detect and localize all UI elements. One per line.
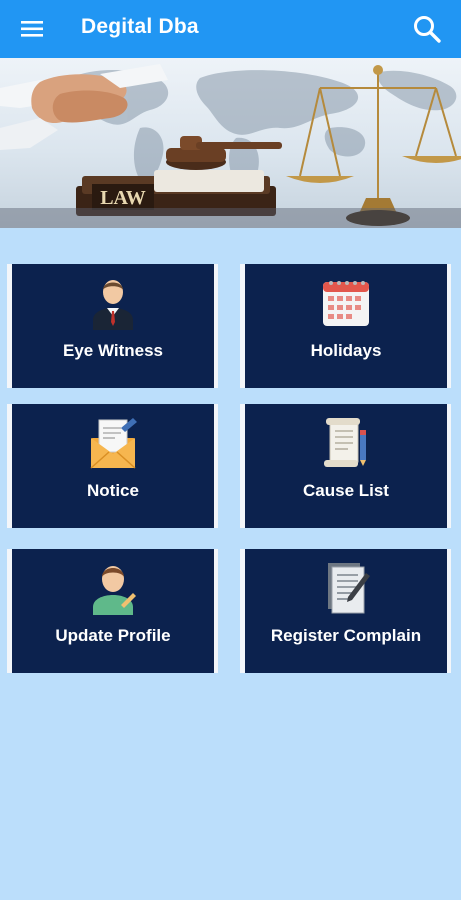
search-button[interactable] — [406, 8, 448, 50]
card-label: Holidays — [310, 341, 382, 360]
eye-witness-card[interactable]: Eye Witness — [7, 264, 218, 388]
calendar-icon — [323, 281, 369, 326]
banner-carousel[interactable]: LAW 3 — [0, 58, 461, 228]
banner-image: LAW — [0, 64, 461, 228]
card-label: Eye Witness — [63, 341, 163, 360]
notice-card[interactable]: Notice — [7, 404, 218, 528]
card-label: Register Complain — [270, 626, 422, 645]
cause-list-card[interactable]: Cause List — [240, 404, 451, 528]
card-label: Notice — [87, 481, 139, 500]
document-pen-icon — [328, 563, 370, 614]
app-title: Degital Dba — [81, 15, 199, 38]
card-label: Cause List — [303, 481, 389, 500]
svg-text:LAW: LAW — [100, 187, 146, 209]
hamburger-menu-icon — [21, 21, 43, 37]
card-label: Update Profile — [55, 626, 171, 645]
menu-button[interactable] — [12, 10, 52, 48]
scroll-pen-icon — [324, 418, 366, 467]
update-profile-card[interactable]: Update Profile — [7, 549, 218, 673]
envelope-letter-icon — [90, 418, 137, 469]
app-bar: Degital Dba — [0, 0, 461, 58]
holidays-card[interactable]: Holidays — [240, 264, 451, 388]
witness-person-icon — [93, 280, 133, 330]
user-profile-icon — [93, 566, 136, 615]
search-icon — [414, 16, 441, 43]
register-complain-card[interactable]: Register Complain — [240, 549, 451, 673]
